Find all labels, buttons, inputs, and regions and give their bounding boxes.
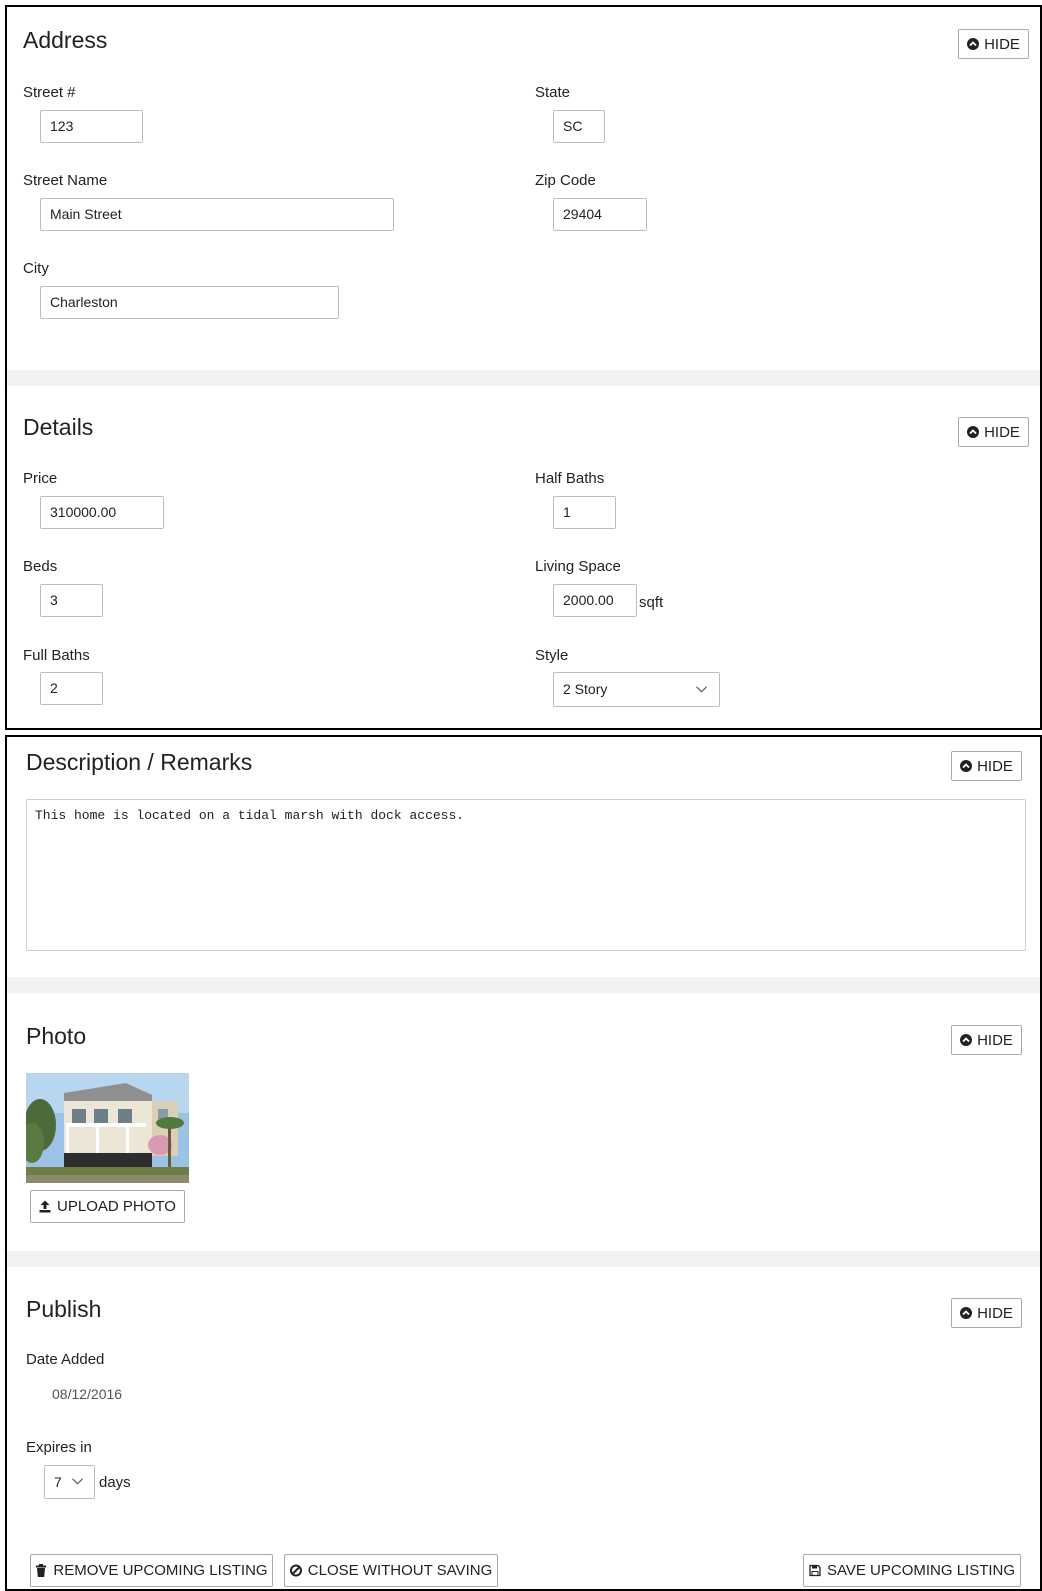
state-input[interactable]: SC <box>553 110 605 143</box>
beds-label: Beds <box>23 558 58 575</box>
date-added-value: 08/12/2016 <box>52 1386 123 1402</box>
details-hide-button[interactable]: HIDE <box>958 417 1029 447</box>
publish-hide-button[interactable]: HIDE <box>951 1298 1022 1328</box>
hide-button-label: HIDE <box>984 35 1020 53</box>
street-name-input[interactable]: Main Street <box>40 198 394 231</box>
half-baths-label: Half Baths <box>535 470 605 487</box>
zip-code-label: Zip Code <box>535 172 596 189</box>
chevron-up-circle-icon <box>960 760 973 772</box>
description-textarea[interactable]: This home is located on a tidal marsh wi… <box>26 799 1026 951</box>
upload-icon <box>39 1200 51 1213</box>
chevron-up-circle-icon <box>967 426 980 438</box>
listing-photo <box>26 1073 189 1183</box>
full-baths-input[interactable]: 2 <box>40 672 103 705</box>
city-label: City <box>23 260 49 277</box>
style-select-value: 2 Story <box>563 681 608 697</box>
details-section-title: Details <box>23 414 94 440</box>
photo-hide-button[interactable]: HIDE <box>951 1025 1022 1055</box>
expires-select-value: 7 <box>54 1474 62 1490</box>
address-hide-button[interactable]: HIDE <box>958 29 1029 59</box>
section-divider <box>7 370 1040 386</box>
section-divider <box>7 1251 1040 1267</box>
style-label: Style <box>535 647 569 664</box>
price-input[interactable]: 310000.00 <box>40 496 164 529</box>
publish-section-title: Publish <box>26 1296 102 1322</box>
save-listing-button[interactable]: SAVE UPCOMING LISTING <box>803 1554 1021 1587</box>
chevron-up-circle-icon <box>960 1307 973 1319</box>
expires-label: Expires in <box>26 1439 92 1456</box>
chevron-down-icon <box>696 686 707 693</box>
street-number-input[interactable]: 123 <box>40 110 143 143</box>
description-hide-button[interactable]: HIDE <box>951 751 1022 781</box>
chevron-up-circle-icon <box>960 1034 973 1046</box>
expires-select[interactable]: 7 <box>44 1465 95 1499</box>
remove-listing-button[interactable]: REMOVE UPCOMING LISTING <box>30 1554 273 1587</box>
floppy-disk-icon <box>809 1564 821 1577</box>
zip-code-input[interactable]: 29404 <box>553 198 647 231</box>
street-number-label: Street # <box>23 84 76 101</box>
save-listing-label: SAVE UPCOMING LISTING <box>826 1562 1016 1579</box>
remove-listing-label: REMOVE UPCOMING LISTING <box>53 1562 268 1579</box>
close-without-saving-label: CLOSE WITHOUT SAVING <box>307 1562 493 1579</box>
hide-button-label: HIDE <box>977 1304 1013 1322</box>
hide-button-label: HIDE <box>984 423 1020 441</box>
state-label: State <box>535 84 571 101</box>
chevron-up-circle-icon <box>967 38 980 50</box>
close-without-saving-button[interactable]: CLOSE WITHOUT SAVING <box>284 1554 498 1587</box>
upload-photo-label: UPLOAD PHOTO <box>57 1198 176 1215</box>
style-select[interactable]: 2 Story <box>553 672 720 707</box>
trash-icon <box>36 1564 47 1577</box>
hide-button-label: HIDE <box>977 1031 1013 1049</box>
description-text: This home is located on a tidal marsh wi… <box>35 808 465 823</box>
upload-photo-button[interactable]: UPLOAD PHOTO <box>30 1190 185 1223</box>
chevron-down-icon <box>72 1478 83 1485</box>
city-input[interactable]: Charleston <box>40 286 339 319</box>
listing-form-top: Address HIDE Street # 123 State SC Stree… <box>5 5 1042 730</box>
beds-input[interactable]: 3 <box>40 584 103 617</box>
street-name-label: Street Name <box>23 172 108 189</box>
description-section-title: Description / Remarks <box>26 749 253 775</box>
living-space-unit: sqft <box>639 594 664 611</box>
expires-unit: days <box>99 1474 131 1491</box>
date-added-label: Date Added <box>26 1351 105 1368</box>
photo-section-title: Photo <box>26 1023 87 1049</box>
price-label: Price <box>23 470 58 487</box>
section-divider <box>7 977 1040 993</box>
ban-icon <box>289 1564 302 1577</box>
half-baths-input[interactable]: 1 <box>553 496 616 529</box>
hide-button-label: HIDE <box>977 757 1013 775</box>
living-space-label: Living Space <box>535 558 621 575</box>
living-space-input[interactable]: 2000.00 <box>553 584 637 617</box>
address-section-title: Address <box>23 27 108 53</box>
full-baths-label: Full Baths <box>23 647 90 664</box>
listing-form-bottom: Description / Remarks HIDE This home is … <box>5 735 1042 1591</box>
